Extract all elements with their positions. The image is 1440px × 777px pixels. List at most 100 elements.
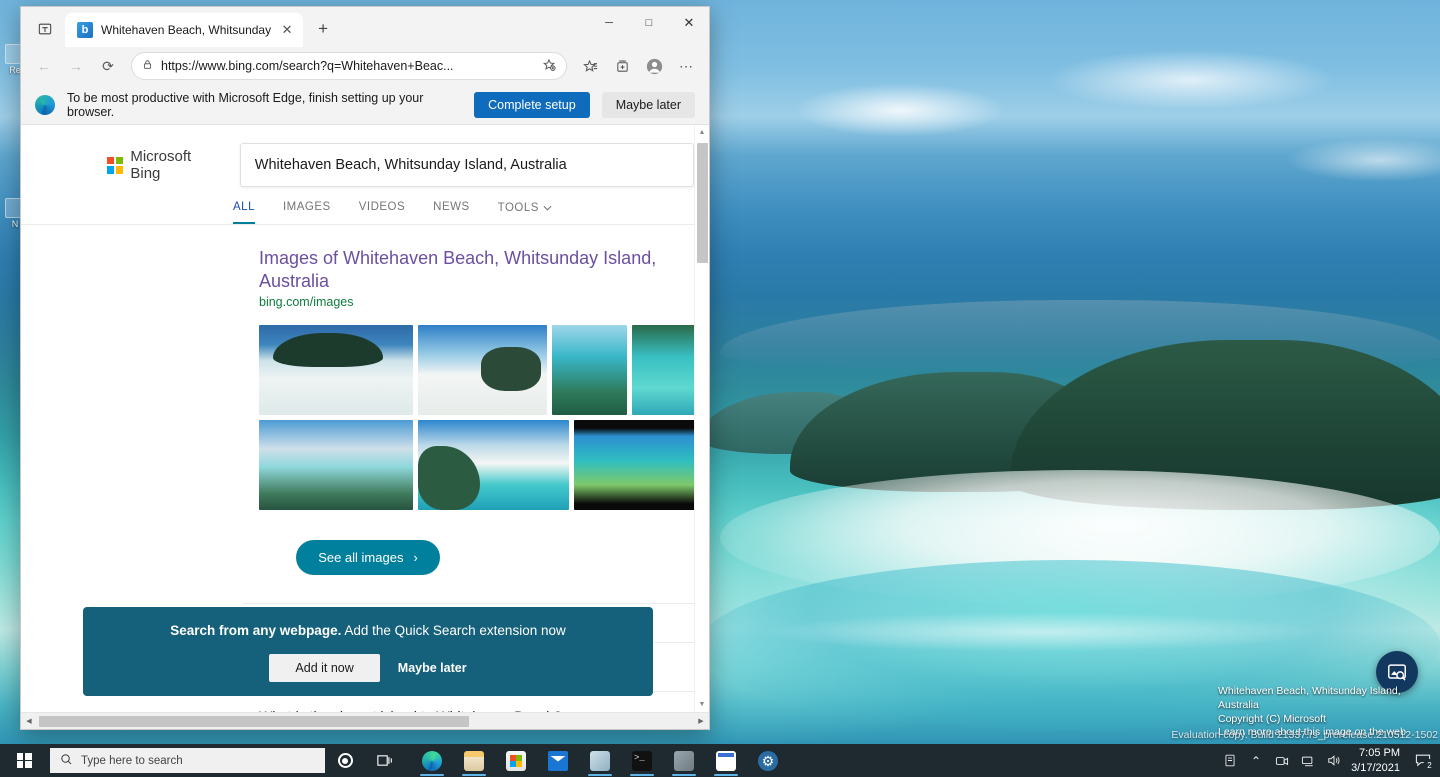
tab-tools[interactable]: TOOLS <box>498 201 552 224</box>
thumbnail-row <box>259 325 694 415</box>
notepad-icon <box>716 750 736 771</box>
thumbnail-image[interactable] <box>259 420 414 510</box>
edge-icon <box>422 750 442 771</box>
microsoft-logo-icon <box>107 156 124 174</box>
tab-title: Whitehaven Beach, Whitsunday <box>101 23 272 37</box>
mail-icon <box>548 750 568 771</box>
profile-icon[interactable] <box>639 51 669 81</box>
system-tray: ⌃ 7:05 PM 3/17/2021 2 <box>1217 744 1440 777</box>
maximize-button[interactable]: □ <box>629 7 669 39</box>
thumbnail-row <box>259 420 694 510</box>
quick-search-maybe-later-button[interactable]: Maybe later <box>398 661 467 675</box>
taskbar-app-settings-image[interactable] <box>663 744 705 777</box>
browser-title-bar: b Whitehaven Beach, Whitsunday ✕ + ─ □ ✕ <box>21 7 709 47</box>
tab-news[interactable]: NEWS <box>433 201 470 224</box>
taskbar-app-edge[interactable] <box>411 744 453 777</box>
close-icon[interactable]: ✕ <box>279 22 295 38</box>
setup-maybe-later-button[interactable]: Maybe later <box>601 91 695 118</box>
clock-date: 3/17/2021 <box>1351 761 1400 774</box>
thumbnail-image[interactable] <box>418 420 569 510</box>
tab-search-icon[interactable] <box>29 14 61 44</box>
scroll-right-icon[interactable]: ▶ <box>693 717 709 725</box>
new-tab-button[interactable]: + <box>309 15 337 43</box>
browser-tab[interactable]: b Whitehaven Beach, Whitsunday ✕ <box>65 13 304 47</box>
page-viewport: Microsoft Bing Whitehaven Beach, Whitsun… <box>21 125 709 712</box>
bing-header: Microsoft Bing Whitehaven Beach, Whitsun… <box>21 125 694 187</box>
scroll-left-icon[interactable]: ◀ <box>21 717 37 725</box>
close-window-button[interactable]: ✕ <box>669 7 709 39</box>
spotlight-copyright: Copyright (C) Microsoft <box>1218 712 1326 725</box>
bing-nav-tabs: ALL IMAGES VIDEOS NEWS TOOLS <box>21 187 694 225</box>
taskbar-app-file-explorer[interactable] <box>453 744 495 777</box>
back-icon[interactable]: ← <box>29 51 59 81</box>
taskbar-app-terminal[interactable] <box>621 744 663 777</box>
taskbar-clock[interactable]: 7:05 PM 3/17/2021 <box>1347 746 1408 776</box>
address-bar[interactable]: https://www.bing.com/search?q=Whitehaven… <box>131 52 567 80</box>
evaluation-watermark: Evaluation copy. Build 21337.rs_prerelea… <box>1171 729 1438 741</box>
quick-search-promo-overlay: Search from any webpage. Add the Quick S… <box>83 607 653 696</box>
vertical-scrollbar-thumb[interactable] <box>697 143 708 263</box>
notification-center-button[interactable]: 2 <box>1408 744 1438 777</box>
task-view-button[interactable] <box>365 744 405 777</box>
thumbnail-image[interactable] <box>418 325 547 415</box>
taskbar-search-input[interactable]: Type here to search <box>50 748 325 773</box>
clock-time: 7:05 PM <box>1359 746 1400 759</box>
start-button[interactable] <box>0 744 48 777</box>
refresh-icon[interactable]: ⟳ <box>93 51 123 81</box>
cortana-icon <box>337 753 353 768</box>
search-input[interactable]: Whitehaven Beach, Whitsunday Island, Aus… <box>239 143 694 187</box>
setup-banner-message: To be most productive with Microsoft Edg… <box>67 90 424 119</box>
microsoft-store-icon <box>506 750 526 771</box>
tray-meet-now-icon[interactable] <box>1269 744 1295 777</box>
thumbnail-image[interactable] <box>631 325 694 415</box>
bing-logo[interactable]: Microsoft Bing <box>107 148 222 182</box>
more-options-icon[interactable]: ⋯ <box>671 51 701 81</box>
taskbar-app-microsoft-store[interactable] <box>495 744 537 777</box>
settings-image-icon <box>674 750 694 771</box>
search-icon <box>60 753 73 769</box>
thumbnail-image[interactable] <box>551 325 627 415</box>
complete-setup-button[interactable]: Complete setup <box>474 91 590 118</box>
network-icon[interactable] <box>1295 744 1321 777</box>
images-result-card: Images of Whitehaven Beach, Whitsunday I… <box>21 247 694 510</box>
tab-all[interactable]: ALL <box>233 201 255 224</box>
thumbnail-image[interactable] <box>259 325 414 415</box>
minimize-button[interactable]: ─ <box>589 7 629 39</box>
quick-search-buttons: Add it now Maybe later <box>83 654 653 682</box>
edge-browser-window: b Whitehaven Beach, Whitsunday ✕ + ─ □ ✕… <box>20 6 710 730</box>
add-it-now-button[interactable]: Add it now <box>269 654 380 682</box>
chevron-right-icon: › <box>413 550 418 565</box>
add-favorite-icon[interactable] <box>542 58 556 75</box>
quick-search-message: Search from any webpage. Add the Quick S… <box>83 623 653 638</box>
see-all-images-label: See all images <box>318 550 404 565</box>
scroll-up-icon[interactable]: ▲ <box>699 125 706 140</box>
edge-logo-icon <box>35 94 55 115</box>
see-all-images-button[interactable]: See all images › <box>296 540 440 575</box>
show-hidden-icons-icon[interactable]: ⌃ <box>1243 744 1269 777</box>
setup-banner: To be most productive with Microsoft Edg… <box>21 85 709 125</box>
windows-logo-icon <box>16 753 32 768</box>
scroll-down-icon[interactable]: ▼ <box>699 697 706 712</box>
lock-icon <box>142 59 153 73</box>
images-result-url: bing.com/images <box>259 295 354 309</box>
horizontal-scrollbar-thumb[interactable] <box>39 716 469 727</box>
cortana-button[interactable] <box>325 744 365 777</box>
horizontal-scrollbar[interactable]: ◀ ▶ <box>21 712 709 729</box>
address-bar-url: https://www.bing.com/search?q=Whitehaven… <box>161 59 454 73</box>
vertical-scrollbar[interactable]: ▲ ▼ <box>694 125 709 712</box>
tab-videos[interactable]: VIDEOS <box>359 201 405 224</box>
thumbnail-image[interactable] <box>573 420 694 510</box>
images-result-title[interactable]: Images of Whitehaven Beach, Whitsunday I… <box>259 247 694 292</box>
volume-icon[interactable] <box>1321 744 1347 777</box>
collections-icon[interactable] <box>607 51 637 81</box>
photos-icon <box>590 750 610 771</box>
tab-images[interactable]: IMAGES <box>283 201 331 224</box>
tray-app-icon[interactable] <box>1217 744 1243 777</box>
taskbar-app-mail[interactable] <box>537 744 579 777</box>
taskbar-app-notepad[interactable] <box>705 744 747 777</box>
image-thumbnail-grid <box>259 325 694 510</box>
forward-icon[interactable]: → <box>61 51 91 81</box>
taskbar-app-photos[interactable] <box>579 744 621 777</box>
favorites-icon[interactable] <box>575 51 605 81</box>
taskbar-app-settings[interactable] <box>747 744 789 777</box>
